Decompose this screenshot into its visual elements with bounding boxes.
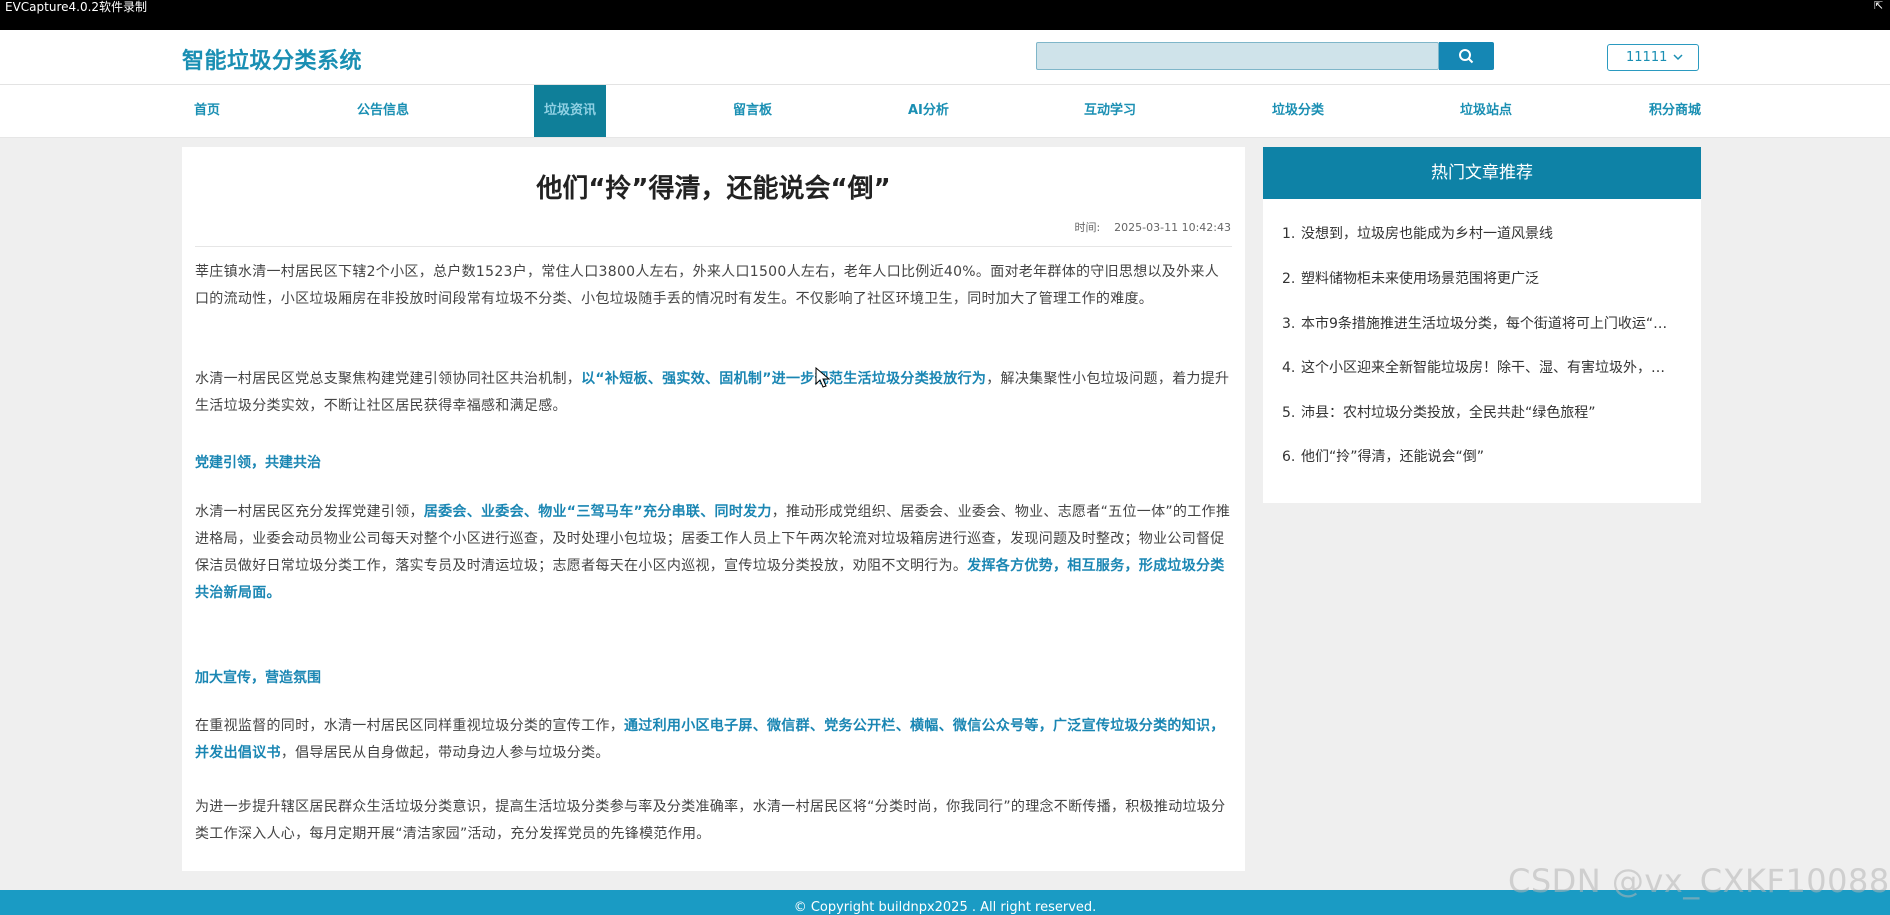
- paragraph-text: 水清一村居民区充分发挥党建引领，: [195, 504, 424, 520]
- site-header: 智能垃圾分类系统 11111: [0, 30, 1890, 85]
- recorder-title: EVCapture4.0.2软件录制: [5, 0, 148, 14]
- nav-points-mall[interactable]: 积分商城: [1649, 85, 1701, 137]
- nav-announcements[interactable]: 公告信息: [357, 85, 409, 137]
- section-heading: 加大宣传，营造氛围: [195, 670, 321, 686]
- copyright-text: © Copyright buildnpx2025 . All right res…: [793, 900, 1097, 915]
- recorder-bar: EVCapture4.0.2软件录制 ⇱: [0, 0, 1890, 30]
- hot-article-link[interactable]: 2. 塑料储物柜未来使用场景范围将更广泛: [1282, 268, 1682, 288]
- article-time: 时间: 2025-03-11 10:42:43: [1074, 219, 1231, 235]
- user-name: 11111: [1626, 50, 1668, 65]
- paragraph-highlight: 以“补短板、强实效、固机制”进一步规范生活垃圾分类投放行为: [581, 371, 987, 387]
- item-number: 3.: [1282, 316, 1296, 332]
- hot-articles-title: 热门文章推荐: [1263, 147, 1701, 199]
- article-paragraph: 莘庄镇水清一村居民区下辖2个小区，总户数1523户，常住人口3800人左右，外来…: [195, 259, 1232, 313]
- hot-article-title: 本市9条措施推进生活垃圾分类，每个街道将可上门收运“…: [1301, 316, 1668, 332]
- hot-article-link[interactable]: 4. 这个小区迎来全新智能垃圾房！除干、湿、有害垃圾外，…: [1282, 357, 1682, 377]
- hot-article-title: 这个小区迎来全新智能垃圾房！除干、湿、有害垃圾外，…: [1301, 360, 1665, 376]
- hot-article-title: 塑料储物柜未来使用场景范围将更广泛: [1301, 271, 1539, 287]
- paragraph-text: 为进一步提升辖区居民群众生活垃圾分类意识，提高生活垃圾分类参与率及分类准确率，水…: [195, 799, 1226, 842]
- search-input[interactable]: [1036, 42, 1439, 70]
- user-menu-button[interactable]: 11111: [1607, 44, 1699, 71]
- mouse-cursor-icon: [815, 367, 831, 388]
- hot-article-link[interactable]: 3. 本市9条措施推进生活垃圾分类，每个街道将可上门收运“…: [1282, 313, 1682, 333]
- paragraph-text: ，倡导居民从自身做起，带动身边人参与垃圾分类。: [280, 745, 610, 761]
- hot-article-link[interactable]: 6. 他们“拎”得清，还能说会“倒”: [1282, 446, 1682, 466]
- section-heading: 党建引领，共建共治: [195, 455, 321, 471]
- search-button[interactable]: [1439, 42, 1494, 70]
- hot-article-title: 他们“拎”得清，还能说会“倒”: [1301, 449, 1485, 465]
- item-number: 2.: [1282, 271, 1296, 287]
- time-label: 时间:: [1074, 221, 1101, 234]
- item-number: 1.: [1282, 226, 1296, 242]
- article-paragraph: 为进一步提升辖区居民群众生活垃圾分类意识，提高生活垃圾分类参与率及分类准确率，水…: [195, 794, 1232, 848]
- hot-article-link[interactable]: 5. 沛县：农村垃圾分类投放，全民共赴“绿色旅程”: [1282, 402, 1682, 422]
- hot-article-title: 没想到，垃圾房也能成为乡村一道风景线: [1301, 226, 1553, 242]
- hot-article-title: 沛县：农村垃圾分类投放，全民共赴“绿色旅程”: [1301, 405, 1596, 421]
- paragraph-text: 水清一村居民区党总支聚焦构建党建引领协同社区共治机制，: [195, 371, 582, 387]
- item-number: 6.: [1282, 449, 1296, 465]
- chevron-down-icon: [1673, 54, 1683, 61]
- nav-garbage-news[interactable]: 垃圾资讯: [534, 85, 607, 137]
- item-number: 5.: [1282, 405, 1296, 421]
- nav-garbage-classification[interactable]: 垃圾分类: [1272, 85, 1324, 137]
- nav-home[interactable]: 首页: [194, 85, 220, 137]
- nav-garbage-stations[interactable]: 垃圾站点: [1460, 85, 1512, 137]
- watermark: CSDN @vx_CXKF10088: [1508, 862, 1890, 900]
- article-panel: 他们“拎”得清，还能说会“倒” 时间: 2025-03-11 10:42:43 …: [182, 147, 1245, 871]
- exit-fullscreen-icon[interactable]: ⇱: [1874, 0, 1888, 12]
- article-paragraph: 在重视监督的同时，水清一村居民区同样重视垃圾分类的宣传工作，通过利用小区电子屏、…: [195, 713, 1232, 767]
- main-nav: 首页 公告信息 垃圾资讯 留言板 AI分析 互动学习 垃圾分类 垃圾站点 积分商…: [0, 85, 1890, 138]
- paragraph-text: 在重视监督的同时，水清一村居民区同样重视垃圾分类的宣传工作，: [195, 718, 624, 734]
- hot-article-link[interactable]: 1. 没想到，垃圾房也能成为乡村一道风景线: [1282, 223, 1682, 243]
- item-number: 4.: [1282, 360, 1296, 376]
- nav-ai-analysis[interactable]: AI分析: [908, 85, 949, 137]
- divider: [195, 246, 1232, 247]
- paragraph-text: 莘庄镇水清一村居民区下辖2个小区，总户数1523户，常住人口3800人左右，外来…: [195, 264, 1220, 307]
- article-title: 他们“拎”得清，还能说会“倒”: [536, 174, 891, 204]
- paragraph-highlight: 居委会、业委会、物业“三驾马车”充分串联、同时发力: [423, 504, 772, 520]
- search-icon: [1459, 49, 1474, 64]
- article-paragraph: 水清一村居民区党总支聚焦构建党建引领协同社区共治机制，以“补短板、强实效、固机制…: [195, 366, 1232, 420]
- nav-message-board[interactable]: 留言板: [733, 85, 772, 137]
- nav-interactive-learning[interactable]: 互动学习: [1084, 85, 1136, 137]
- site-logo[interactable]: 智能垃圾分类系统: [182, 43, 362, 75]
- article-paragraph: 水清一村居民区充分发挥党建引领，居委会、业委会、物业“三驾马车”充分串联、同时发…: [195, 499, 1232, 607]
- time-value: 2025-03-11 10:42:43: [1114, 221, 1231, 234]
- hot-articles-panel: 热门文章推荐 1. 没想到，垃圾房也能成为乡村一道风景线 2. 塑料储物柜未来使用场…: [1263, 147, 1701, 503]
